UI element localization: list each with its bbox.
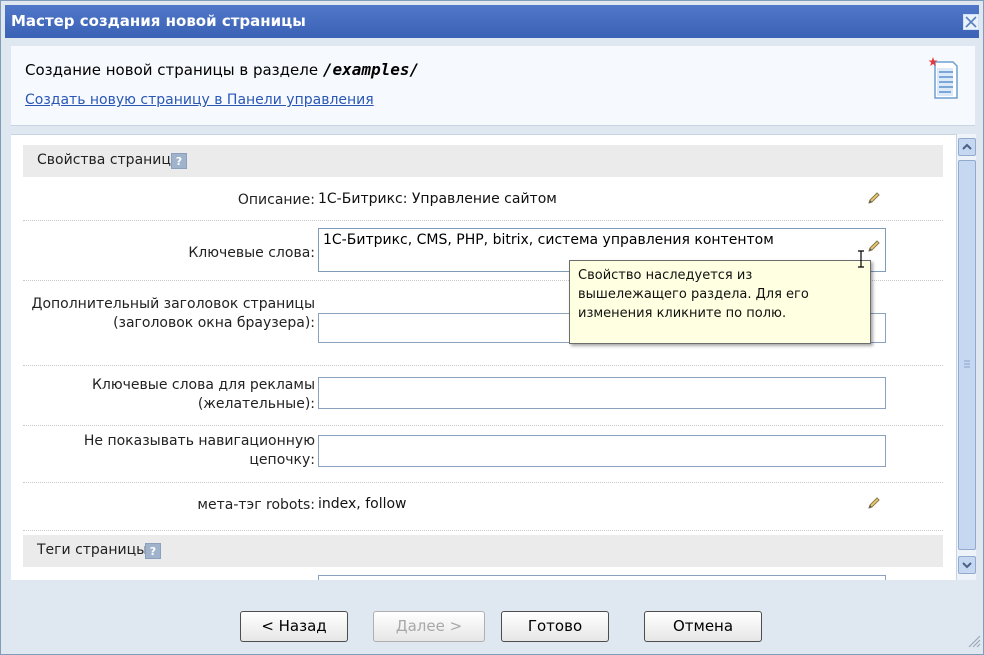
- resize-grip-icon[interactable]: [965, 632, 981, 652]
- page-properties-header: Свойства страницы ?: [23, 145, 943, 177]
- cancel-button[interactable]: Отмена: [644, 611, 762, 642]
- wizard-dialog: Мастер создания новой страницы Создание …: [0, 0, 984, 655]
- next-button[interactable]: Далее >: [373, 611, 485, 642]
- ad-keywords-input[interactable]: [318, 377, 886, 409]
- back-button[interactable]: < Назад: [240, 611, 348, 642]
- description-row: Описание: 1С-Битрикс: Управление сайтом: [23, 180, 943, 221]
- pencil-icon[interactable]: [866, 495, 882, 515]
- robots-value[interactable]: index, follow: [318, 496, 407, 512]
- scroll-thumb[interactable]: [958, 160, 976, 550]
- form-area: Свойства страницы ? Описание: 1С-Битрикс…: [11, 134, 956, 581]
- text-cursor-icon: [856, 250, 866, 272]
- robots-label: мета-тэг robots:: [197, 497, 315, 513]
- robots-row: мета-тэг robots: index, follow: [23, 484, 943, 531]
- section-path: /examples/: [322, 60, 420, 79]
- help-icon[interactable]: ?: [145, 543, 161, 559]
- inherited-property-tooltip: Свойство наследуется из вышележащего раз…: [569, 260, 871, 344]
- close-icon[interactable]: [963, 14, 979, 30]
- browser-title-label: Дополнительный заголовок страницы (загол…: [31, 296, 315, 331]
- pencil-icon[interactable]: [866, 238, 882, 258]
- description-value[interactable]: 1С-Битрикс: Управление сайтом: [318, 191, 557, 207]
- hide-nav-input[interactable]: [318, 435, 886, 467]
- scroll-up-button[interactable]: [958, 138, 976, 156]
- window-title: Мастер создания новой страницы: [11, 12, 306, 30]
- title-bar: Мастер создания новой страницы: [5, 5, 979, 38]
- help-icon[interactable]: ?: [171, 153, 187, 169]
- done-button[interactable]: Готово: [501, 611, 609, 642]
- header-text: Создание новой страницы в разделе /examp…: [25, 60, 419, 79]
- control-panel-link[interactable]: Создать новую страницу в Панели управлен…: [25, 92, 374, 108]
- wizard-footer: < Назад Далее > Готово Отмена: [1, 580, 983, 654]
- scroll-down-button[interactable]: [958, 556, 976, 574]
- keywords-label: Ключевые слова:: [188, 245, 315, 261]
- page-tags-title: Теги страницы: [37, 542, 148, 558]
- new-page-icon: [927, 56, 961, 104]
- ad-keywords-row: Ключевые слова для рекламы (желательные)…: [23, 367, 943, 426]
- vertical-scrollbar[interactable]: [956, 134, 976, 580]
- page-tags-header: Теги страницы ?: [23, 535, 943, 567]
- hide-nav-label: Не показывать навигационную цепочку:: [83, 433, 315, 468]
- page-properties-title: Свойства страницы: [37, 152, 182, 168]
- pencil-icon[interactable]: [866, 190, 882, 210]
- description-label: Описание:: [237, 192, 315, 208]
- hide-nav-row: Не показывать навигационную цепочку:: [23, 427, 943, 483]
- ad-keywords-label: Ключевые слова для рекламы (желательные)…: [91, 377, 315, 412]
- wizard-header: Создание новой страницы в разделе /examp…: [11, 46, 975, 126]
- header-prefix: Создание новой страницы в разделе: [25, 61, 323, 79]
